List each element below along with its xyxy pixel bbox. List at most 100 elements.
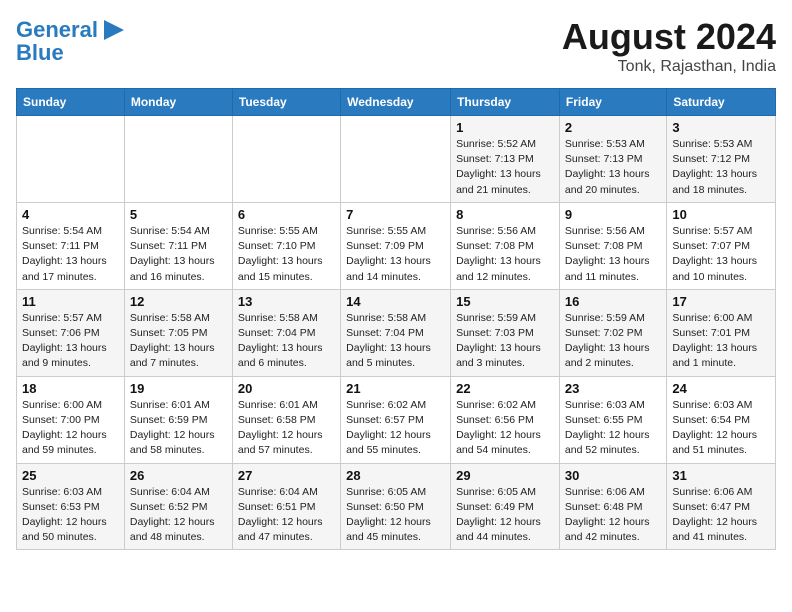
day-header-saturday: Saturday [667,89,776,116]
day-info: Sunrise: 6:03 AM Sunset: 6:53 PM Dayligh… [22,485,119,546]
day-cell: 11Sunrise: 5:57 AM Sunset: 7:06 PM Dayli… [17,289,125,376]
day-info: Sunrise: 5:52 AM Sunset: 7:13 PM Dayligh… [456,137,554,198]
day-number: 17 [672,294,770,309]
day-info: Sunrise: 5:56 AM Sunset: 7:08 PM Dayligh… [565,224,661,285]
day-number: 15 [456,294,554,309]
day-number: 30 [565,468,661,483]
day-cell: 31 Sunrise: 6:06 AM Sunset: 6:47 PM Dayli… [667,463,776,550]
day-cell [124,116,232,203]
day-number: 1 [456,120,554,135]
week-row-2: 4 Sunrise: 5:54 AM Sunset: 7:11 PM Daylig… [17,202,776,289]
week-row-3: 11Sunrise: 5:57 AM Sunset: 7:06 PM Dayli… [17,289,776,376]
day-info: Sunrise: 5:54 AM Sunset: 7:11 PM Dayligh… [130,224,227,285]
day-cell: 13Sunrise: 5:58 AM Sunset: 7:04 PM Dayli… [232,289,340,376]
logo-icon [100,16,128,44]
title-area: August 2024 Tonk, Rajasthan, India [562,16,776,76]
header-row: SundayMondayTuesdayWednesdayThursdayFrid… [17,89,776,116]
day-cell: 7 Sunrise: 5:55 AM Sunset: 7:09 PM Daylig… [341,202,451,289]
day-info: Sunrise: 6:04 AM Sunset: 6:52 PM Dayligh… [130,485,227,546]
day-cell: 15 Sunrise: 5:59 AM Sunset: 7:03 PM Dayli… [451,289,560,376]
day-info: Sunrise: 6:02 AM Sunset: 6:57 PM Dayligh… [346,398,445,459]
day-cell: 29 Sunrise: 6:05 AM Sunset: 6:49 PM Dayli… [451,463,560,550]
day-cell: 3 Sunrise: 5:53 AM Sunset: 7:12 PM Daylig… [667,116,776,203]
day-number: 25 [22,468,119,483]
day-cell: 21 Sunrise: 6:02 AM Sunset: 6:57 PM Dayli… [341,376,451,463]
day-number: 2 [565,120,661,135]
day-cell: 14Sunrise: 5:58 AM Sunset: 7:04 PM Dayli… [341,289,451,376]
day-info: Sunrise: 5:59 AM Sunset: 7:03 PM Dayligh… [456,311,554,372]
day-info: Sunrise: 6:05 AM Sunset: 6:49 PM Dayligh… [456,485,554,546]
logo: General Blue [16,16,128,66]
day-cell: 20 Sunrise: 6:01 AM Sunset: 6:58 PM Dayli… [232,376,340,463]
day-cell: 28 Sunrise: 6:05 AM Sunset: 6:50 PM Dayli… [341,463,451,550]
day-cell: 8Sunrise: 5:56 AM Sunset: 7:08 PM Daylig… [451,202,560,289]
day-cell: 19 Sunrise: 6:01 AM Sunset: 6:59 PM Dayli… [124,376,232,463]
day-cell: 10 Sunrise: 5:57 AM Sunset: 7:07 PM Dayli… [667,202,776,289]
day-number: 21 [346,381,445,396]
logo-text: General [16,18,98,42]
day-cell: 24Sunrise: 6:03 AM Sunset: 6:54 PM Dayli… [667,376,776,463]
day-info: Sunrise: 5:57 AM Sunset: 7:07 PM Dayligh… [672,224,770,285]
day-info: Sunrise: 5:58 AM Sunset: 7:05 PM Dayligh… [130,311,227,372]
week-row-4: 18Sunrise: 6:00 AM Sunset: 7:00 PM Dayli… [17,376,776,463]
day-cell: 17 Sunrise: 6:00 AM Sunset: 7:01 PM Dayli… [667,289,776,376]
day-cell: 26 Sunrise: 6:04 AM Sunset: 6:52 PM Dayli… [124,463,232,550]
day-number: 24 [672,381,770,396]
day-number: 27 [238,468,335,483]
day-info: Sunrise: 5:53 AM Sunset: 7:13 PM Dayligh… [565,137,661,198]
day-cell: 12 Sunrise: 5:58 AM Sunset: 7:05 PM Dayli… [124,289,232,376]
day-number: 5 [130,207,227,222]
day-info: Sunrise: 6:06 AM Sunset: 6:47 PM Dayligh… [672,485,770,546]
day-info: Sunrise: 6:04 AM Sunset: 6:51 PM Dayligh… [238,485,335,546]
day-number: 19 [130,381,227,396]
day-cell: 30 Sunrise: 6:06 AM Sunset: 6:48 PM Dayli… [559,463,666,550]
day-cell: 27 Sunrise: 6:04 AM Sunset: 6:51 PM Dayli… [232,463,340,550]
day-cell: 18Sunrise: 6:00 AM Sunset: 7:00 PM Dayli… [17,376,125,463]
day-number: 26 [130,468,227,483]
month-title: August 2024 [562,16,776,58]
day-number: 9 [565,207,661,222]
day-number: 6 [238,207,335,222]
day-info: Sunrise: 6:06 AM Sunset: 6:48 PM Dayligh… [565,485,661,546]
day-number: 4 [22,207,119,222]
day-info: Sunrise: 5:57 AM Sunset: 7:06 PM Dayligh… [22,311,119,372]
day-number: 29 [456,468,554,483]
day-number: 10 [672,207,770,222]
day-info: Sunrise: 5:58 AM Sunset: 7:04 PM Dayligh… [238,311,335,372]
day-info: Sunrise: 6:03 AM Sunset: 6:55 PM Dayligh… [565,398,661,459]
day-cell: 4 Sunrise: 5:54 AM Sunset: 7:11 PM Daylig… [17,202,125,289]
day-info: Sunrise: 5:53 AM Sunset: 7:12 PM Dayligh… [672,137,770,198]
day-info: Sunrise: 6:01 AM Sunset: 6:59 PM Dayligh… [130,398,227,459]
day-info: Sunrise: 6:01 AM Sunset: 6:58 PM Dayligh… [238,398,335,459]
day-cell: 5 Sunrise: 5:54 AM Sunset: 7:11 PM Daylig… [124,202,232,289]
day-number: 22 [456,381,554,396]
day-header-tuesday: Tuesday [232,89,340,116]
day-cell: 1 Sunrise: 5:52 AM Sunset: 7:13 PM Daylig… [451,116,560,203]
day-number: 18 [22,381,119,396]
day-number: 8 [456,207,554,222]
day-cell [232,116,340,203]
day-header-friday: Friday [559,89,666,116]
day-number: 31 [672,468,770,483]
day-number: 7 [346,207,445,222]
day-number: 23 [565,381,661,396]
day-number: 14 [346,294,445,309]
week-row-1: 1 Sunrise: 5:52 AM Sunset: 7:13 PM Daylig… [17,116,776,203]
day-number: 20 [238,381,335,396]
day-cell [341,116,451,203]
day-number: 3 [672,120,770,135]
day-number: 28 [346,468,445,483]
day-number: 16 [565,294,661,309]
week-row-5: 25 Sunrise: 6:03 AM Sunset: 6:53 PM Dayli… [17,463,776,550]
day-info: Sunrise: 6:00 AM Sunset: 7:01 PM Dayligh… [672,311,770,372]
day-info: Sunrise: 6:02 AM Sunset: 6:56 PM Dayligh… [456,398,554,459]
day-info: Sunrise: 5:54 AM Sunset: 7:11 PM Dayligh… [22,224,119,285]
day-cell: 9 Sunrise: 5:56 AM Sunset: 7:08 PM Daylig… [559,202,666,289]
day-info: Sunrise: 5:55 AM Sunset: 7:09 PM Dayligh… [346,224,445,285]
day-cell: 2 Sunrise: 5:53 AM Sunset: 7:13 PM Daylig… [559,116,666,203]
day-header-wednesday: Wednesday [341,89,451,116]
day-info: Sunrise: 6:05 AM Sunset: 6:50 PM Dayligh… [346,485,445,546]
day-number: 12 [130,294,227,309]
day-cell [17,116,125,203]
day-cell: 6Sunrise: 5:55 AM Sunset: 7:10 PM Daylig… [232,202,340,289]
